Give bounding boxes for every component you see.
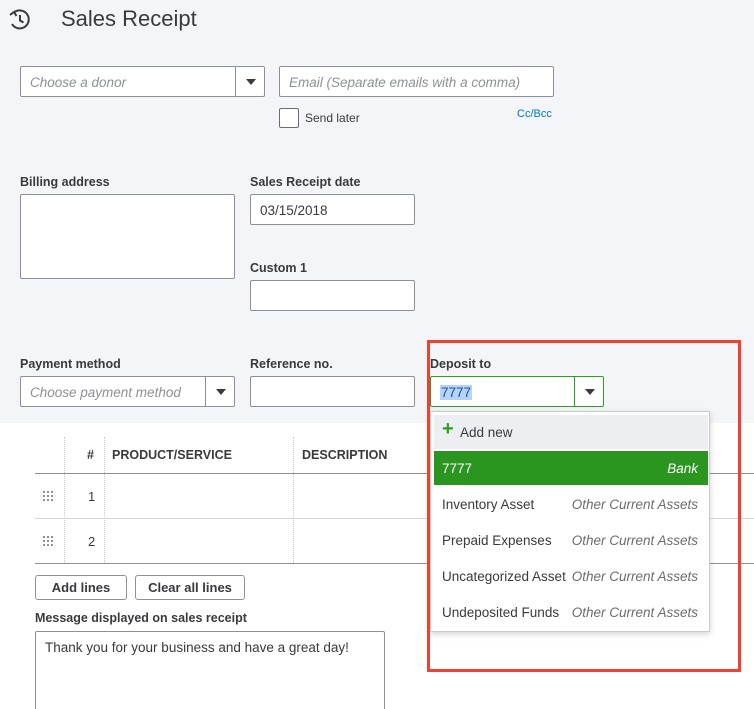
page-title: Sales Receipt	[61, 6, 197, 31]
option-name: 7777	[442, 461, 473, 476]
custom1-field[interactable]	[250, 280, 415, 311]
option-type: Other Current Assets	[571, 533, 698, 548]
dropdown-option-undeposited-funds[interactable]: Undeposited Funds Other Current Assets	[434, 595, 708, 629]
dropdown-option-uncategorized-asset[interactable]: Uncategorized Asset Other Current Assets	[434, 559, 708, 593]
chevron-down-icon	[216, 389, 226, 395]
deposit-to-select[interactable]: 7777	[430, 376, 604, 407]
add-lines-button[interactable]: Add lines	[35, 575, 127, 600]
payment-method-select[interactable]: Choose payment method	[20, 376, 235, 407]
receipt-date-value: 03/15/2018	[260, 203, 328, 218]
billing-address-label: Billing address	[20, 175, 110, 189]
add-new-label: Add new	[460, 425, 513, 440]
drag-handle-icon[interactable]	[43, 536, 53, 546]
column-header-description[interactable]: DESCRIPTION	[302, 448, 387, 462]
option-name: Undeposited Funds	[442, 605, 560, 620]
billing-address-field[interactable]	[20, 194, 235, 279]
column-header-product-service[interactable]: PRODUCT/SERVICE	[112, 448, 232, 462]
message-label: Message displayed on sales receipt	[35, 611, 247, 625]
plus-icon: +	[442, 418, 454, 440]
custom1-label: Custom 1	[250, 261, 307, 275]
column-divider	[64, 437, 65, 563]
reference-label: Reference no.	[250, 357, 333, 371]
drag-handle-icon[interactable]	[43, 491, 53, 501]
option-type: Other Current Assets	[571, 569, 698, 584]
reference-field[interactable]	[250, 376, 415, 407]
option-name: Inventory Asset	[442, 497, 535, 512]
option-type: Other Current Assets	[571, 497, 698, 512]
donor-dropdown-toggle[interactable]	[235, 67, 264, 96]
chevron-down-icon	[585, 389, 595, 395]
option-name: Prepaid Expenses	[442, 533, 552, 548]
receipt-date-label: Sales Receipt date	[250, 175, 361, 189]
donor-select-placeholder: Choose a donor	[30, 75, 127, 90]
table-row-number: 1	[88, 489, 96, 504]
column-divider	[293, 437, 294, 563]
send-later-checkbox[interactable]	[279, 108, 299, 128]
email-field[interactable]: Email (Separate emails with a comma)	[279, 66, 554, 97]
dropdown-option-prepaid-expenses[interactable]: Prepaid Expenses Other Current Assets	[434, 523, 708, 557]
deposit-to-dropdown-menu: + Add new 7777 Bank Inventory Asset Othe…	[430, 411, 710, 632]
email-field-placeholder: Email (Separate emails with a comma)	[289, 75, 521, 90]
deposit-to-dropdown-toggle[interactable]	[574, 377, 603, 406]
column-header-number: #	[87, 448, 94, 462]
dropdown-option-7777[interactable]: 7777 Bank	[434, 451, 708, 485]
deposit-to-value: 7777	[440, 385, 473, 400]
column-divider	[104, 437, 105, 563]
add-new-option[interactable]: + Add new	[434, 415, 708, 449]
clear-all-lines-button[interactable]: Clear all lines	[135, 575, 245, 600]
dropdown-option-inventory-asset[interactable]: Inventory Asset Other Current Assets	[434, 487, 708, 521]
chevron-down-icon	[246, 79, 256, 85]
deposit-to-label: Deposit to	[430, 357, 492, 371]
payment-method-dropdown-toggle[interactable]	[205, 377, 234, 406]
history-clock-icon[interactable]	[7, 7, 33, 33]
message-value: Thank you for your business and have a g…	[45, 640, 349, 655]
receipt-date-field[interactable]: 03/15/2018	[250, 194, 415, 225]
donor-select[interactable]: Choose a donor	[20, 66, 265, 97]
send-later-label: Send later	[305, 111, 360, 125]
message-field[interactable]: Thank you for your business and have a g…	[35, 631, 385, 709]
option-type: Other Current Assets	[571, 605, 698, 620]
option-name: Uncategorized Asset	[442, 569, 566, 584]
table-row-number: 2	[88, 534, 96, 549]
cc-bcc-link[interactable]: Cc/Bcc	[517, 108, 552, 120]
payment-method-label: Payment method	[20, 357, 121, 371]
deposit-to-selected-text: 7777	[440, 385, 473, 400]
payment-method-placeholder: Choose payment method	[30, 385, 181, 400]
option-type: Bank	[667, 461, 698, 476]
